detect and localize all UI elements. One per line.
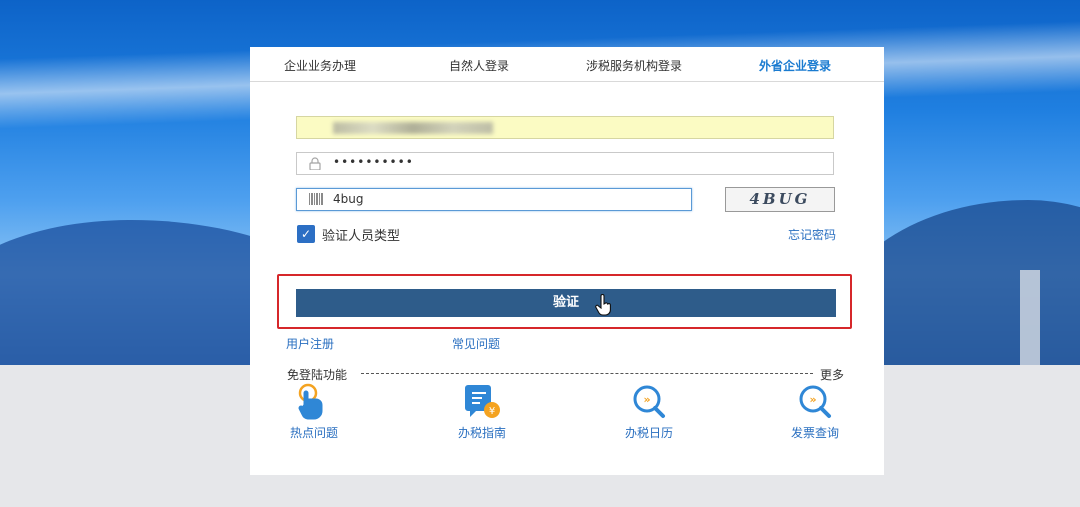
login-panel: 企业业务办理 自然人登录 涉税服务机构登录 外省企业登录 •••••••••• … (250, 47, 884, 475)
hot-questions-label: 热点问题 (289, 426, 338, 440)
blurred-username (333, 122, 493, 134)
captcha-input[interactable]: 4bug (296, 188, 692, 211)
username-field[interactable] (296, 116, 834, 139)
document-guide-icon: ¥ (462, 383, 502, 421)
verify-type-label: 验证人员类型 (322, 229, 401, 244)
verify-button[interactable]: 验证 (296, 289, 836, 317)
tax-guide-label: 办税指南 (457, 426, 506, 440)
password-value: •••••••••• (333, 155, 414, 169)
chat-search-icon: » (629, 383, 669, 421)
more-link[interactable]: 更多 (820, 366, 844, 383)
chat-search-icon: » (795, 383, 835, 421)
invoice-query-item[interactable]: » 发票查询 (775, 383, 855, 441)
svg-text:»: » (809, 393, 816, 406)
hand-pointer-icon (294, 383, 334, 421)
invoice-query-label: 发票查询 (790, 426, 839, 440)
tab-enterprise[interactable]: 企业业务办理 (284, 57, 356, 74)
password-field[interactable]: •••••••••• (296, 152, 834, 175)
tax-calendar-item[interactable]: » 办税日历 (609, 383, 689, 441)
faq-link[interactable]: 常见问题 (452, 335, 500, 352)
svg-text:»: » (643, 393, 650, 406)
barcode-icon (309, 193, 323, 208)
login-tabs: 企业业务办理 自然人登录 涉税服务机构登录 外省企业登录 (250, 47, 884, 82)
tab-other-province[interactable]: 外省企业登录 (759, 57, 831, 74)
section-divider (361, 373, 813, 374)
quick-functions-title: 免登陆功能 (287, 368, 348, 382)
great-wall (1020, 270, 1040, 365)
captcha-image[interactable]: 4BUG (725, 187, 835, 212)
hand-cursor-icon (595, 294, 613, 320)
svg-text:¥: ¥ (489, 406, 495, 417)
tab-individual[interactable]: 自然人登录 (449, 57, 509, 74)
tax-guide-item[interactable]: ¥ 办税指南 (442, 383, 522, 441)
register-link[interactable]: 用户注册 (286, 335, 334, 352)
tab-agency[interactable]: 涉税服务机构登录 (586, 57, 682, 74)
lock-icon (309, 157, 321, 173)
forgot-password-link[interactable]: 忘记密码 (788, 226, 836, 243)
tax-calendar-label: 办税日历 (624, 426, 673, 440)
captcha-value: 4bug (333, 192, 364, 206)
verify-type-checkbox[interactable]: ✓ (297, 225, 315, 243)
hot-questions-item[interactable]: 热点问题 (274, 383, 354, 441)
